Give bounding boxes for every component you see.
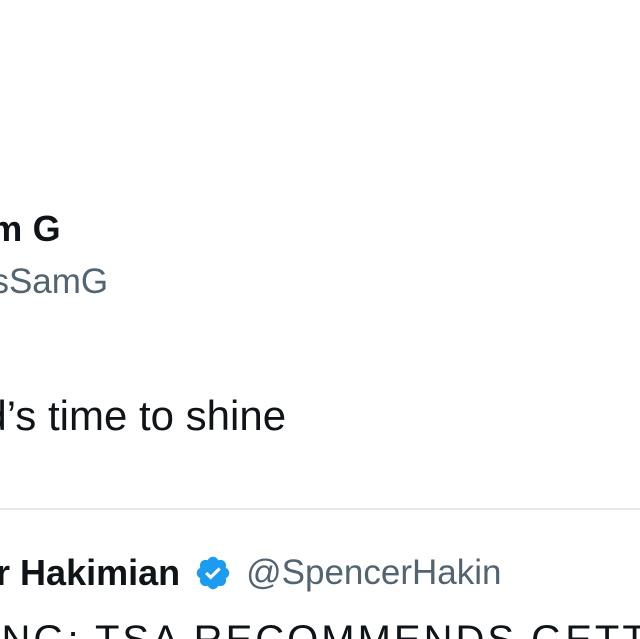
author-display-name[interactable]: am G — [0, 208, 61, 250]
verified-badge-icon — [194, 554, 232, 592]
quoted-author-name[interactable]: ncer Hakimian — [0, 552, 180, 594]
tweet-view: am G ItsSamG ad’s time to shine ncer Hak… — [0, 0, 640, 639]
tweet-text: ad’s time to shine — [0, 392, 287, 439]
author-handle[interactable]: ItsSamG — [0, 262, 108, 302]
quoted-tweet-header: ncer Hakimian @SpencerHakin — [0, 552, 502, 594]
quoted-tweet-text: AKING: TSA RECOMMENDS GETTI — [0, 618, 640, 639]
quoted-tweet-card[interactable]: ncer Hakimian @SpencerHakin AKING: TSA R… — [0, 508, 640, 639]
quoted-author-handle[interactable]: @SpencerHakin — [246, 553, 501, 593]
